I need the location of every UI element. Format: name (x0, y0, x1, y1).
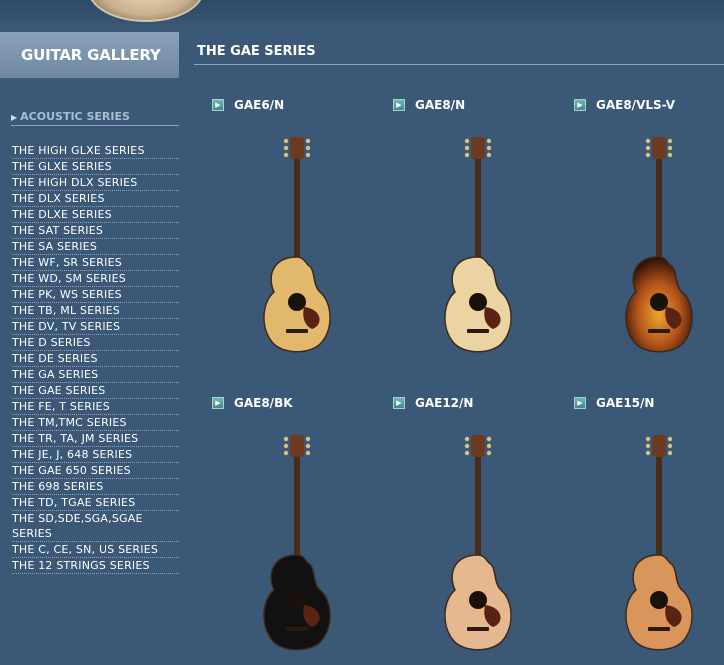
guitar-image[interactable] (212, 415, 342, 665)
sidebar-item[interactable]: THE HIGH GLXE SERIES (12, 143, 179, 159)
sidebar-item[interactable]: THE DE SERIES (12, 351, 179, 367)
product-link[interactable]: ▶ GAE6/N (212, 97, 372, 113)
sidebar-item[interactable]: THE 12 STRINGS SERIES (12, 558, 179, 574)
guitar-image[interactable] (393, 117, 523, 367)
product-card: ▶ GAE8/BK (212, 395, 372, 651)
sidebar-item[interactable]: THE GAE 650 SERIES (12, 463, 179, 479)
play-arrow-icon: ▶ (574, 397, 586, 409)
sidebar-item[interactable]: THE SA SERIES (12, 239, 179, 255)
play-arrow-icon: ▶ (393, 397, 405, 409)
product-card: ▶ GAE8/N (393, 97, 553, 353)
sidebar-item[interactable]: THE C, CE, SN, US SERIES (12, 542, 179, 558)
product-label: GAE8/N (415, 98, 466, 112)
sidebar-item[interactable]: THE 698 SERIES (12, 479, 179, 495)
page-title: THE GAE SERIES (197, 44, 316, 59)
product-card: ▶ GAE6/N (212, 97, 372, 353)
sidebar-item[interactable]: THE HIGH DLX SERIES (12, 175, 179, 191)
sidebar-item[interactable]: THE WF, SR SERIES (12, 255, 179, 271)
guitar-image[interactable] (574, 117, 704, 367)
sidebar-item[interactable]: THE GLXE SERIES (12, 159, 179, 175)
sidebar-item[interactable]: THE SD,SDE,SGA,SGAE SERIES (12, 511, 179, 542)
title-divider (194, 64, 724, 65)
acoustic-series-label: ACOUSTIC SERIES (20, 110, 130, 123)
play-arrow-icon: ▶ (212, 397, 224, 409)
guitar-image[interactable] (212, 117, 342, 367)
product-label: GAE15/N (596, 396, 655, 410)
product-label: GAE8/VLS-V (596, 98, 676, 112)
product-label: GAE8/BK (234, 396, 293, 410)
product-link[interactable]: ▶ GAE12/N (393, 395, 553, 411)
series-nav: THE HIGH GLXE SERIES THE GLXE SERIES THE H… (12, 143, 179, 574)
gallery-header: GUITAR GALLERY (0, 32, 179, 78)
product-card: ▶ GAE15/N (574, 395, 724, 651)
sidebar-item[interactable]: THE SAT SERIES (12, 223, 179, 239)
guitar-image[interactable] (393, 415, 523, 665)
product-link[interactable]: ▶ GAE8/BK (212, 395, 372, 411)
sidebar-item[interactable]: THE WD, SM SERIES (12, 271, 179, 287)
product-label: GAE12/N (415, 396, 474, 410)
play-arrow-icon: ▶ (212, 99, 224, 111)
product-label: GAE6/N (234, 98, 285, 112)
sidebar-item[interactable]: THE DLXE SERIES (12, 207, 179, 223)
acoustic-series-heading: ▶ ACOUSTIC SERIES (11, 110, 179, 126)
sidebar-item[interactable]: THE PK, WS SERIES (12, 287, 179, 303)
product-link[interactable]: ▶ GAE8/N (393, 97, 553, 113)
sidebar-item[interactable]: THE TR, TA, JM SERIES (12, 431, 179, 447)
play-arrow-icon: ▶ (393, 99, 405, 111)
sidebar-item[interactable]: THE TB, ML SERIES (12, 303, 179, 319)
product-card: ▶ GAE12/N (393, 395, 553, 651)
product-link[interactable]: ▶ GAE15/N (574, 395, 724, 411)
sidebar-item[interactable]: THE GAE SERIES (12, 383, 179, 399)
sidebar-item[interactable]: THE GA SERIES (12, 367, 179, 383)
sidebar-item[interactable]: THE D SERIES (12, 335, 179, 351)
sidebar-item[interactable]: THE DV, TV SERIES (12, 319, 179, 335)
play-arrow-icon: ▶ (574, 99, 586, 111)
product-link[interactable]: ▶ GAE8/VLS-V (574, 97, 724, 113)
sidebar-item[interactable]: THE DLX SERIES (12, 191, 179, 207)
sidebar-item[interactable]: THE FE, T SERIES (12, 399, 179, 415)
sidebar-item[interactable]: THE TM,TMC SERIES (12, 415, 179, 431)
arrow-right-icon: ▶ (11, 113, 18, 122)
guitar-image[interactable] (574, 415, 704, 665)
sidebar-item[interactable]: THE JE, J, 648 SERIES (12, 447, 179, 463)
sidebar-item[interactable]: THE TD, TGAE SERIES (12, 495, 179, 511)
product-card: ▶ GAE8/VLS-V (574, 97, 724, 353)
